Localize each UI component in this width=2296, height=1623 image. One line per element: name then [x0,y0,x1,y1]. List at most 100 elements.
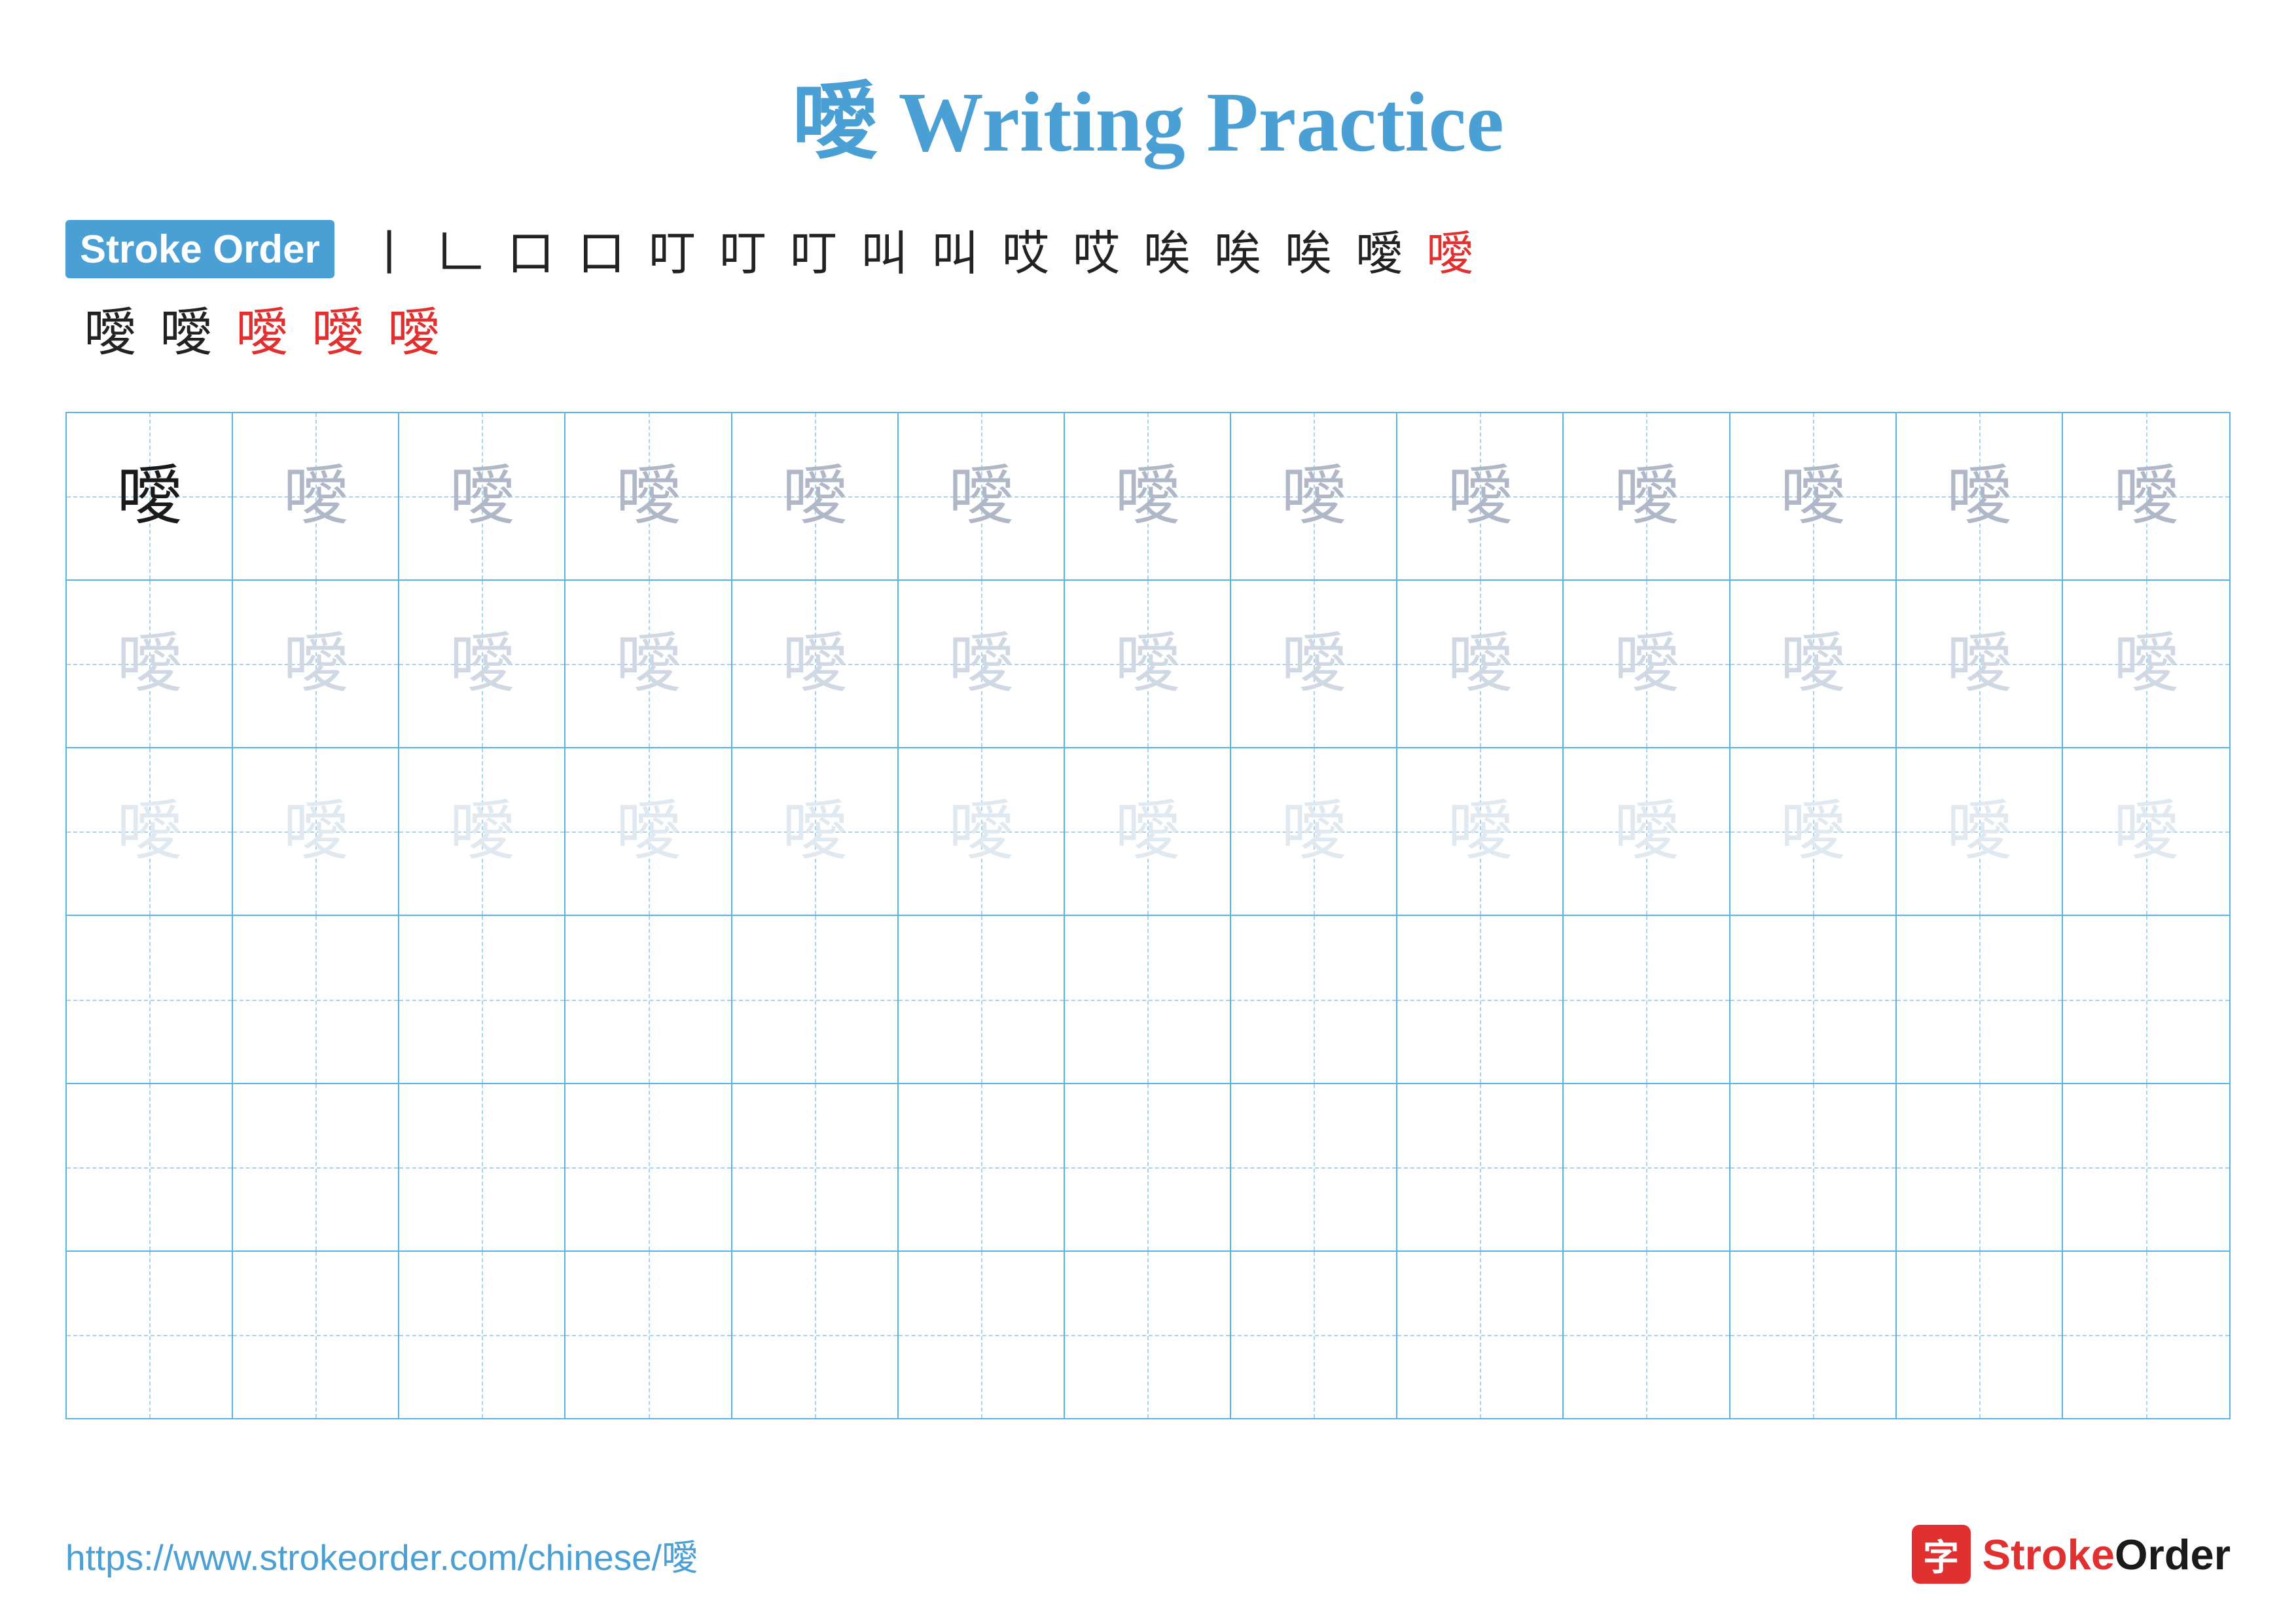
grid-cell-5-7[interactable] [1065,1084,1231,1250]
grid-cell-2-1[interactable]: 噯 [67,581,233,747]
grid-cell-3-2[interactable]: 噯 [233,748,399,915]
grid-cell-2-5[interactable]: 噯 [732,581,899,747]
grid-cell-3-8[interactable]: 噯 [1231,748,1397,915]
footer: https://www.strokeorder.com/chinese/噯 字 … [65,1525,2231,1584]
grid-cell-6-10[interactable] [1564,1252,1730,1418]
grid-cell-5-5[interactable] [732,1084,899,1250]
practice-char-very-light: 噯 [283,799,348,864]
grid-cell-1-2[interactable]: 噯 [233,413,399,579]
practice-char-light: 噯 [2113,631,2179,697]
grid-cell-1-5[interactable]: 噯 [732,413,899,579]
grid-cell-2-4[interactable]: 噯 [565,581,732,747]
grid-cell-3-10[interactable]: 噯 [1564,748,1730,915]
grid-cell-1-1[interactable]: 噯 [67,413,233,579]
grid-cell-4-5[interactable] [732,916,899,1082]
grid-cell-1-10[interactable]: 噯 [1564,413,1730,579]
grid-cell-2-7[interactable]: 噯 [1065,581,1231,747]
grid-cell-2-11[interactable]: 噯 [1731,581,1897,747]
grid-cell-1-11[interactable]: 噯 [1731,413,1897,579]
practice-char-very-light: 噯 [1780,799,1846,864]
grid-cell-6-6[interactable] [899,1252,1065,1418]
grid-cell-5-1[interactable] [67,1084,233,1250]
grid-cell-5-9[interactable] [1397,1084,1564,1250]
grid-cell-5-2[interactable] [233,1084,399,1250]
grid-cell-3-6[interactable]: 噯 [899,748,1065,915]
footer-url[interactable]: https://www.strokeorder.com/chinese/噯 [65,1528,698,1580]
grid-cell-1-13[interactable]: 噯 [2063,413,2229,579]
grid-cell-2-2[interactable]: 噯 [233,581,399,747]
grid-cell-5-13[interactable] [2063,1084,2229,1250]
grid-cell-2-13[interactable]: 噯 [2063,581,2229,747]
grid-cell-4-2[interactable] [233,916,399,1082]
grid-cell-5-3[interactable] [399,1084,565,1250]
grid-cell-2-10[interactable]: 噯 [1564,581,1730,747]
practice-char-light: 噯 [782,631,848,697]
stroke-order-row-1: Stroke Order 丨 𠃊 口 口 叮 叮 叮 叫 叫 哎 哎 唉 唉 唉… [65,215,2231,283]
grid-cell-3-5[interactable]: 噯 [732,748,899,915]
grid-cell-1-9[interactable]: 噯 [1397,413,1564,579]
grid-cell-4-3[interactable] [399,916,565,1082]
grid-cell-1-7[interactable]: 噯 [1065,413,1231,579]
grid-cell-2-8[interactable]: 噯 [1231,581,1397,747]
grid-cell-6-13[interactable] [2063,1252,2229,1418]
stroke-step-5: 叮 [649,215,696,283]
grid-cell-4-4[interactable] [565,916,732,1082]
grid-cell-3-7[interactable]: 噯 [1065,748,1231,915]
practice-char-light: 噯 [1447,631,1513,697]
stroke-step-13: 唉 [1214,215,1261,283]
grid-cell-1-4[interactable]: 噯 [565,413,732,579]
grid-cell-3-13[interactable]: 噯 [2063,748,2229,915]
grid-cell-2-12[interactable]: 噯 [1897,581,2063,747]
grid-row-6 [67,1252,2229,1418]
grid-cell-6-7[interactable] [1065,1252,1231,1418]
practice-char-dark: 噯 [117,464,182,529]
grid-cell-6-9[interactable] [1397,1252,1564,1418]
grid-cell-6-11[interactable] [1731,1252,1897,1418]
grid-row-4 [67,916,2229,1084]
grid-cell-2-3[interactable]: 噯 [399,581,565,747]
grid-cell-3-1[interactable]: 噯 [67,748,233,915]
grid-cell-1-12[interactable]: 噯 [1897,413,2063,579]
grid-cell-4-12[interactable] [1897,916,2063,1082]
grid-cell-4-11[interactable] [1731,916,1897,1082]
grid-cell-6-3[interactable] [399,1252,565,1418]
grid-cell-3-4[interactable]: 噯 [565,748,732,915]
grid-cell-5-8[interactable] [1231,1084,1397,1250]
grid-cell-3-12[interactable]: 噯 [1897,748,2063,915]
practice-char-very-light: 噯 [782,799,848,864]
grid-cell-6-12[interactable] [1897,1252,2063,1418]
grid-cell-6-5[interactable] [732,1252,899,1418]
grid-cell-3-11[interactable]: 噯 [1731,748,1897,915]
grid-cell-5-10[interactable] [1564,1084,1730,1250]
grid-cell-4-9[interactable] [1397,916,1564,1082]
grid-cell-1-3[interactable]: 噯 [399,413,565,579]
grid-cell-5-12[interactable] [1897,1084,2063,1250]
grid-cell-2-9[interactable]: 噯 [1397,581,1564,747]
grid-cell-5-6[interactable] [899,1084,1065,1250]
stroke-step-1: 丨 [366,215,413,283]
grid-cell-1-6[interactable]: 噯 [899,413,1065,579]
grid-cell-5-4[interactable] [565,1084,732,1250]
grid-cell-3-9[interactable]: 噯 [1397,748,1564,915]
grid-cell-4-13[interactable] [2063,916,2229,1082]
practice-char-light: 噯 [1780,631,1846,697]
practice-char-very-light: 噯 [1115,799,1180,864]
practice-char-light: 噯 [948,631,1014,697]
practice-char-light: 噯 [1613,631,1679,697]
stroke-step-8: 叫 [861,215,908,283]
grid-cell-5-11[interactable] [1731,1084,1897,1250]
grid-cell-6-4[interactable] [565,1252,732,1418]
grid-cell-4-8[interactable] [1231,916,1397,1082]
stroke-step-21-red: 噯 [387,290,440,366]
practice-char-very-light: 噯 [616,799,681,864]
grid-cell-4-6[interactable] [899,916,1065,1082]
grid-cell-6-8[interactable] [1231,1252,1397,1418]
grid-cell-4-7[interactable] [1065,916,1231,1082]
grid-cell-4-10[interactable] [1564,916,1730,1082]
grid-cell-6-1[interactable] [67,1252,233,1418]
grid-cell-6-2[interactable] [233,1252,399,1418]
grid-cell-1-8[interactable]: 噯 [1231,413,1397,579]
grid-cell-4-1[interactable] [67,916,233,1082]
grid-cell-2-6[interactable]: 噯 [899,581,1065,747]
grid-cell-3-3[interactable]: 噯 [399,748,565,915]
